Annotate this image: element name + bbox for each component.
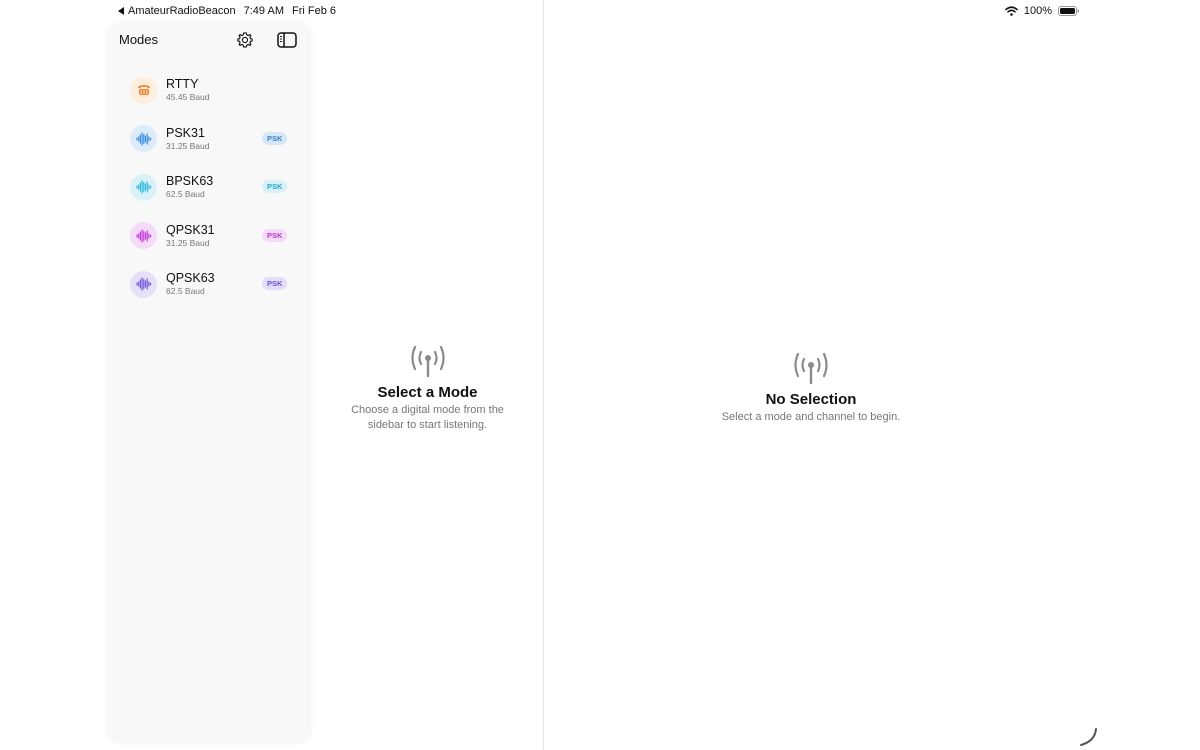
pane-divider — [543, 0, 544, 750]
middle-empty-state: Select a Mode Choose a digital mode from… — [340, 344, 515, 433]
empty-title: No Selection — [765, 391, 857, 408]
antenna-icon — [794, 352, 828, 385]
mode-name: PSK31 — [166, 125, 205, 140]
detail-empty-state: No Selection Select a mode and channel t… — [711, 351, 911, 425]
waveform-icon — [135, 180, 151, 194]
mode-category-badge: PSK — [262, 180, 288, 193]
mode-name: QPSK63 — [166, 271, 215, 286]
mode-item-qpsk31[interactable]: QPSK31 31.25 Baud PSK — [107, 212, 311, 261]
empty-description: Choose a digital mode from the sidebar t… — [351, 404, 504, 431]
mode-category-badge: PSK — [262, 131, 288, 145]
settings-button[interactable] — [235, 30, 255, 50]
wifi-icon — [1005, 6, 1018, 16]
mode-list: RTTY 45.45 Baud PSK31 31.25 Baud PSK BPS… — [107, 66, 311, 309]
sidebar-toggle-icon — [277, 32, 297, 48]
status-time: 7:49 AM — [243, 5, 284, 17]
status-date: Fri Feb 6 — [291, 5, 336, 17]
status-left: AmateurRadioBeacon 7:49 AM Fri Feb 6 — [118, 5, 336, 17]
mode-icon-badge — [130, 173, 157, 201]
sidebar-header: Modes — [107, 22, 311, 58]
app-screen: AmateurRadioBeacon 7:49 AM Fri Feb 6 100… — [100, 0, 1097, 750]
antenna-icon — [410, 345, 445, 378]
sidebar-title: Modes — [119, 32, 159, 47]
empty-title: Select a Mode — [377, 384, 478, 401]
back-to-app-button[interactable]: AmateurRadioBeacon — [118, 5, 236, 17]
mode-name: QPSK31 — [166, 222, 215, 237]
waveform-icon — [135, 132, 151, 146]
mode-baud: 62.5 Baud — [166, 189, 205, 200]
mode-name: RTTY — [166, 77, 199, 92]
waveform-icon — [135, 277, 151, 291]
mode-item-psk31[interactable]: PSK31 31.25 Baud PSK — [107, 115, 311, 164]
gear-icon — [237, 32, 253, 48]
mode-icon-badge — [130, 222, 157, 250]
mode-baud: 31.25 Baud — [166, 140, 210, 151]
waveform-icon — [135, 229, 151, 243]
mode-icon-badge — [130, 125, 157, 153]
sidebar-toggle-button[interactable] — [277, 30, 297, 50]
mode-icon-badge — [130, 270, 157, 298]
mode-item-qpsk63[interactable]: QPSK63 62.5 Baud PSK — [107, 260, 311, 309]
mode-baud: 45.45 Baud — [166, 92, 210, 103]
empty-description: Select a mode and channel to begin. — [721, 411, 901, 423]
mode-baud: 31.25 Baud — [166, 237, 210, 248]
mode-icon-badge — [130, 76, 157, 104]
battery-percent: 100% — [1023, 5, 1052, 17]
back-app-label: AmateurRadioBeacon — [128, 5, 236, 17]
battery-icon — [1058, 6, 1079, 16]
mode-item-bpsk63[interactable]: BPSK63 62.5 Baud PSK — [107, 163, 311, 212]
mode-name: BPSK63 — [166, 174, 214, 189]
left-margin — [0, 0, 100, 750]
mode-category-badge: PSK — [262, 277, 288, 290]
teletype-icon — [137, 85, 150, 96]
status-right: 100% — [1005, 5, 1080, 17]
resize-corner-icon[interactable] — [1078, 727, 1098, 747]
mode-category-badge: PSK — [262, 228, 288, 242]
back-triangle-icon — [118, 7, 124, 15]
mode-item-rtty[interactable]: RTTY 45.45 Baud — [107, 66, 311, 115]
status-bar: AmateurRadioBeacon 7:49 AM Fri Feb 6 100… — [100, 0, 1090, 24]
mode-baud: 62.5 Baud — [166, 286, 205, 297]
sidebar: Modes RTTY 45.45 Baud PSK31 31.25 Baud P… — [107, 22, 311, 743]
